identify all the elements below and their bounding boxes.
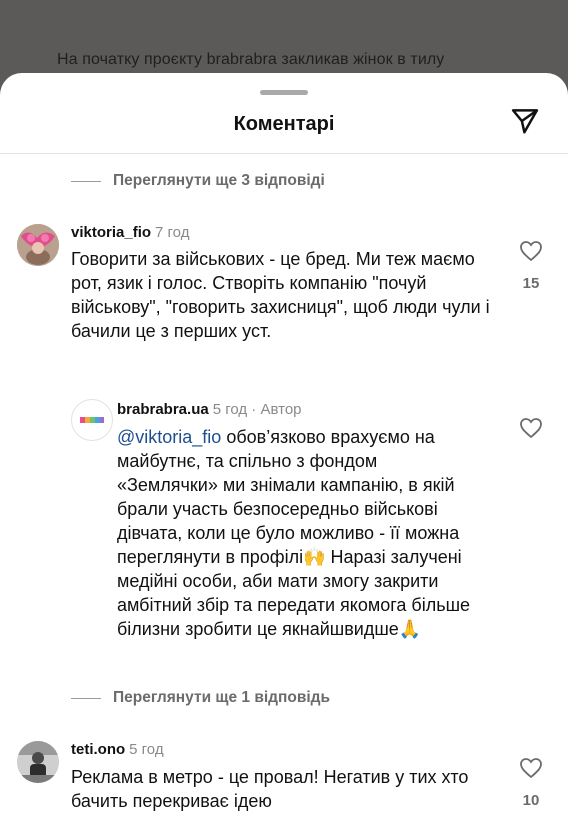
reply-time: 5 год bbox=[212, 401, 248, 418]
comment-meta: viktoria_fio 7 год bbox=[71, 224, 189, 241]
brand-avatar[interactable] bbox=[71, 399, 113, 441]
view-more-replies-button[interactable]: Переглянути ще 3 відповіді bbox=[71, 172, 325, 190]
send-button[interactable] bbox=[508, 106, 542, 140]
comment-text: Говорити за військових - це бред. Ми теж… bbox=[71, 249, 490, 341]
send-icon bbox=[510, 106, 540, 141]
like-count: 15 bbox=[522, 275, 540, 292]
like-button[interactable] bbox=[518, 240, 544, 266]
like-button[interactable] bbox=[518, 757, 544, 783]
comment-time: 7 год bbox=[155, 224, 190, 241]
heart-icon bbox=[519, 757, 543, 784]
view-more-replies-label: Переглянути ще 1 відповідь bbox=[113, 689, 331, 706]
comment-username[interactable]: teti.ono bbox=[71, 741, 125, 758]
avatar[interactable] bbox=[17, 741, 59, 783]
view-more-replies-button[interactable]: Переглянути ще 1 відповідь bbox=[71, 689, 330, 707]
comment-username[interactable]: viktoria_fio bbox=[71, 224, 151, 241]
like-count: 10 bbox=[522, 792, 540, 809]
comments-sheet: Коментарі Переглянути ще 3 відповіді vik… bbox=[0, 73, 568, 833]
header-divider bbox=[0, 153, 568, 154]
comment-text: Реклама в метро - це провал! Негатив у т… bbox=[71, 767, 469, 811]
replies-line bbox=[71, 180, 101, 182]
comment-time: 5 год bbox=[129, 741, 164, 758]
sheet-grabber[interactable] bbox=[260, 90, 308, 95]
sheet-title: Коментарі bbox=[233, 113, 335, 135]
author-badge: Автор bbox=[260, 401, 302, 418]
mention-link[interactable]: @viktoria_fio bbox=[117, 427, 221, 447]
avatar[interactable] bbox=[17, 224, 59, 266]
author-separator: · bbox=[247, 401, 261, 418]
comment-meta: teti.ono 5 год bbox=[71, 741, 164, 758]
like-button[interactable] bbox=[518, 417, 544, 443]
reply-username[interactable]: brabrabra.ua bbox=[117, 401, 209, 418]
heart-icon bbox=[519, 417, 543, 444]
reply-meta: brabrabra.ua 5 год · Автор bbox=[117, 401, 302, 418]
view-more-replies-label: Переглянути ще 3 відповіді bbox=[113, 172, 325, 189]
background-post-caption: На початку проєкту brabrabra закликав жі… bbox=[57, 51, 445, 68]
reply-body: обов’язково врахуємо на майбутнє, та спі… bbox=[117, 427, 471, 639]
reply-text: @viktoria_fio обов’язково врахуємо на ма… bbox=[117, 425, 477, 641]
replies-line bbox=[71, 697, 101, 699]
heart-icon bbox=[519, 240, 543, 267]
